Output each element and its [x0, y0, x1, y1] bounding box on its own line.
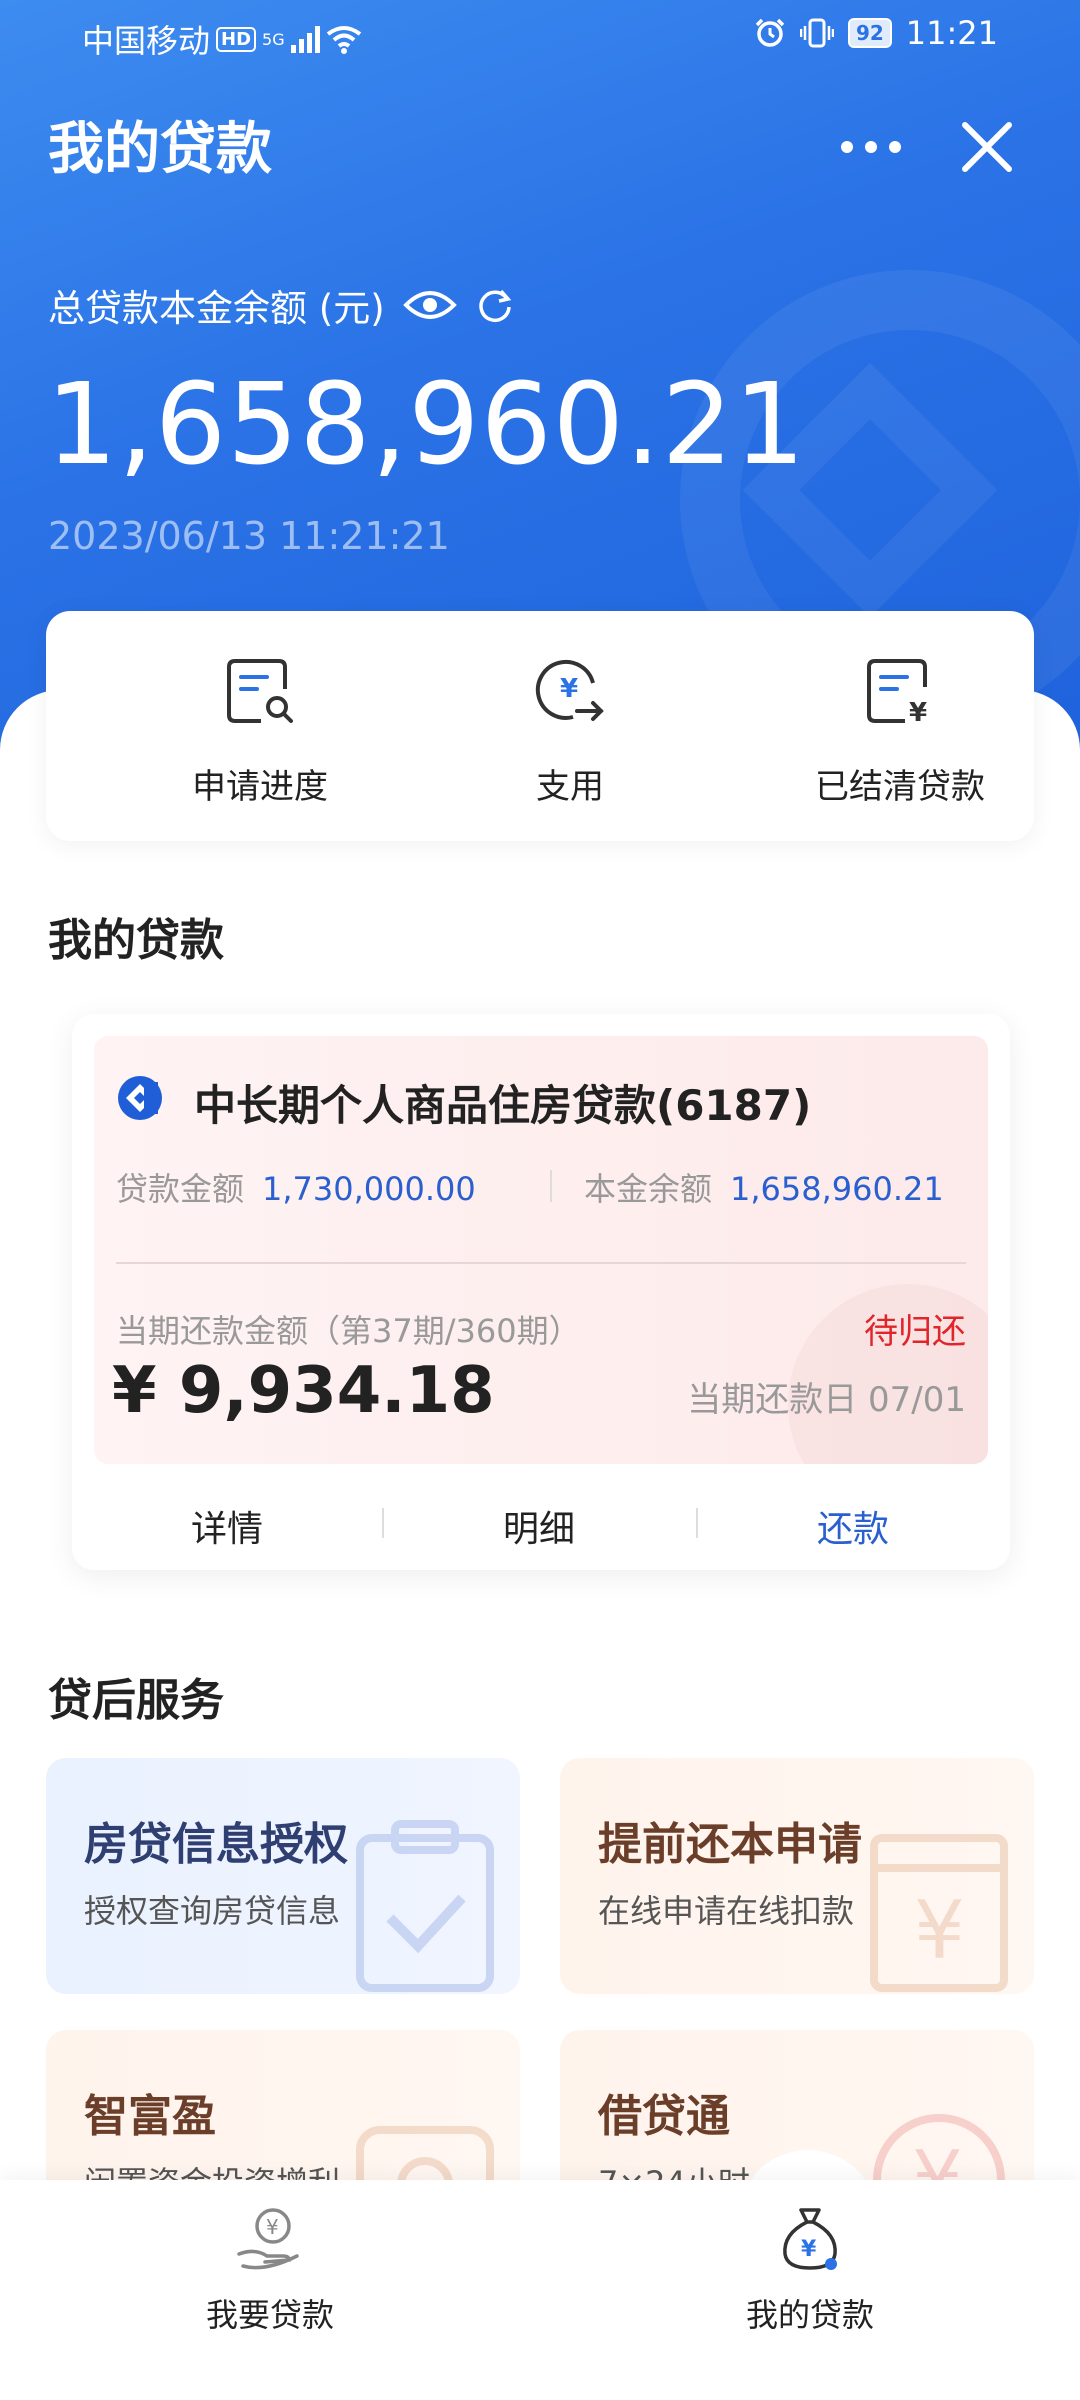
apply-loan-icon: ¥ — [237, 2208, 299, 2270]
loan-summary: 中长期个人商品住房贷款(6187) 贷款金额 1,730,000.00 本金余额 1… — [94, 1036, 988, 1464]
period-payment-label: 当期还款金额（第37期/360期） — [116, 1312, 581, 1350]
clipboard-icon — [356, 1820, 494, 1992]
details-button[interactable]: 详情 — [72, 1500, 382, 1552]
status-left: 中国移动 HD 5G — [82, 16, 362, 62]
service-title: 智富盈 — [84, 2091, 216, 2142]
svg-text:¥: ¥ — [266, 2215, 279, 2239]
loan-actions: 详情 明细 还款 — [72, 1464, 1010, 1570]
period-payment-amount: ¥ 9,934.18 — [112, 1354, 495, 1428]
dot-icon — [889, 141, 901, 153]
svg-text:¥: ¥ — [560, 674, 578, 704]
service-subtitle: 在线申请在线扣款 — [598, 1892, 855, 1930]
balance-label: 总贷款本金余额 (元) — [48, 287, 385, 330]
svg-text:¥: ¥ — [801, 2237, 817, 2262]
service-title: 借贷通 — [598, 2091, 730, 2142]
repay-button[interactable]: 还款 — [698, 1500, 1008, 1552]
service-mortgage-authorization[interactable]: 房贷信息授权 授权查询房贷信息 — [46, 1758, 520, 1994]
close-button[interactable] — [955, 115, 1019, 179]
services-section-title: 贷后服务 — [48, 1675, 224, 1726]
battery-indicator: 92 — [847, 18, 892, 48]
dot-icon — [865, 141, 877, 153]
alarm-icon — [755, 18, 785, 47]
quick-action-settled-loans[interactable]: ¥ 已结清贷款 — [770, 653, 1030, 808]
loan-card[interactable]: 中长期个人商品住房贷款(6187) 贷款金额 1,730,000.00 本金余额 1… — [72, 1014, 1010, 1570]
hd-badge: HD — [216, 26, 257, 52]
quick-action-application-progress[interactable]: 申请进度 — [130, 653, 390, 808]
service-subtitle: 授权查询房贷信息 — [84, 1892, 341, 1930]
yuan-document-icon: ¥ — [870, 1834, 1008, 1992]
status-right: 92 11:21 — [754, 14, 998, 52]
svg-text:¥: ¥ — [909, 698, 927, 727]
quick-action-label: 支用 — [536, 767, 604, 807]
service-title: 房贷信息授权 — [84, 1819, 348, 1870]
signal-icon — [290, 25, 320, 53]
divider — [116, 1262, 966, 1264]
svg-text:¥: ¥ — [914, 1884, 965, 1977]
my-loans-icon: ¥ — [783, 2208, 837, 2270]
carrier-name: 中国移动 — [82, 22, 211, 60]
loan-name: 中长期个人商品住房贷款(6187) — [194, 1081, 812, 1130]
balance-timestamp: 2023/06/13 11:21:21 — [48, 514, 450, 558]
nav-item-apply-loan[interactable]: ¥ 我要贷款 — [120, 2204, 420, 2336]
bottom-nav: ¥ 我要贷款 ¥ 我的贷款 — [0, 2180, 1080, 2400]
principal-balance-label: 本金余额 — [584, 1170, 713, 1208]
dot-icon — [841, 141, 853, 153]
divider — [550, 1170, 552, 1202]
balance-amount: 1,658,960.21 — [46, 360, 807, 490]
due-date: 当期还款日 07/01 — [687, 1380, 966, 1420]
eye-icon[interactable] — [402, 287, 457, 323]
page-title: 我的贷款 — [48, 117, 272, 182]
nav-item-my-loans[interactable]: ¥ 我的贷款 — [660, 2204, 960, 2336]
balance-label-row: 总贷款本金余额 (元) — [48, 278, 515, 332]
service-title: 提前还本申请 — [598, 1819, 862, 1870]
quick-action-label: 申请进度 — [192, 767, 328, 807]
quick-action-label: 已结清贷款 — [815, 767, 985, 807]
drawdown-icon: ¥ — [535, 659, 604, 721]
quick-actions-card: 申请进度 ¥ 支用 ¥ 已结清贷款 — [46, 611, 1034, 841]
nav-label: 我要贷款 — [205, 2296, 334, 2334]
loan-amount-label: 贷款金额 — [116, 1170, 245, 1208]
statement-button[interactable]: 明细 — [384, 1500, 694, 1552]
loan-amount-row: 贷款金额 1,730,000.00 — [116, 1164, 476, 1210]
quick-action-drawdown[interactable]: ¥ 支用 — [440, 653, 700, 808]
service-early-repayment[interactable]: ¥ 提前还本申请 在线申请在线扣款 — [560, 1758, 1034, 1994]
clock: 11:21 — [905, 14, 998, 52]
loan-amount-value: 1,730,000.00 — [262, 1170, 476, 1208]
network-type: 5G — [262, 29, 285, 49]
status-bar: 中国移动 HD 5G 92 11:21 — [0, 0, 1080, 75]
application-progress-icon — [227, 659, 293, 723]
principal-balance-value: 1,658,960.21 — [730, 1170, 944, 1208]
more-options-button[interactable] — [836, 122, 906, 172]
refresh-icon[interactable] — [475, 285, 515, 325]
vibrate-icon — [799, 18, 834, 48]
my-loans-section-title: 我的贷款 — [48, 915, 224, 966]
nav-label: 我的贷款 — [745, 2296, 874, 2334]
settled-loans-icon: ¥ — [867, 659, 927, 728]
status-badge: 待归还 — [864, 1312, 966, 1352]
principal-balance-row: 本金余额 1,658,960.21 — [584, 1164, 944, 1210]
bank-logo-icon — [118, 1076, 162, 1120]
wifi-icon — [326, 26, 361, 54]
